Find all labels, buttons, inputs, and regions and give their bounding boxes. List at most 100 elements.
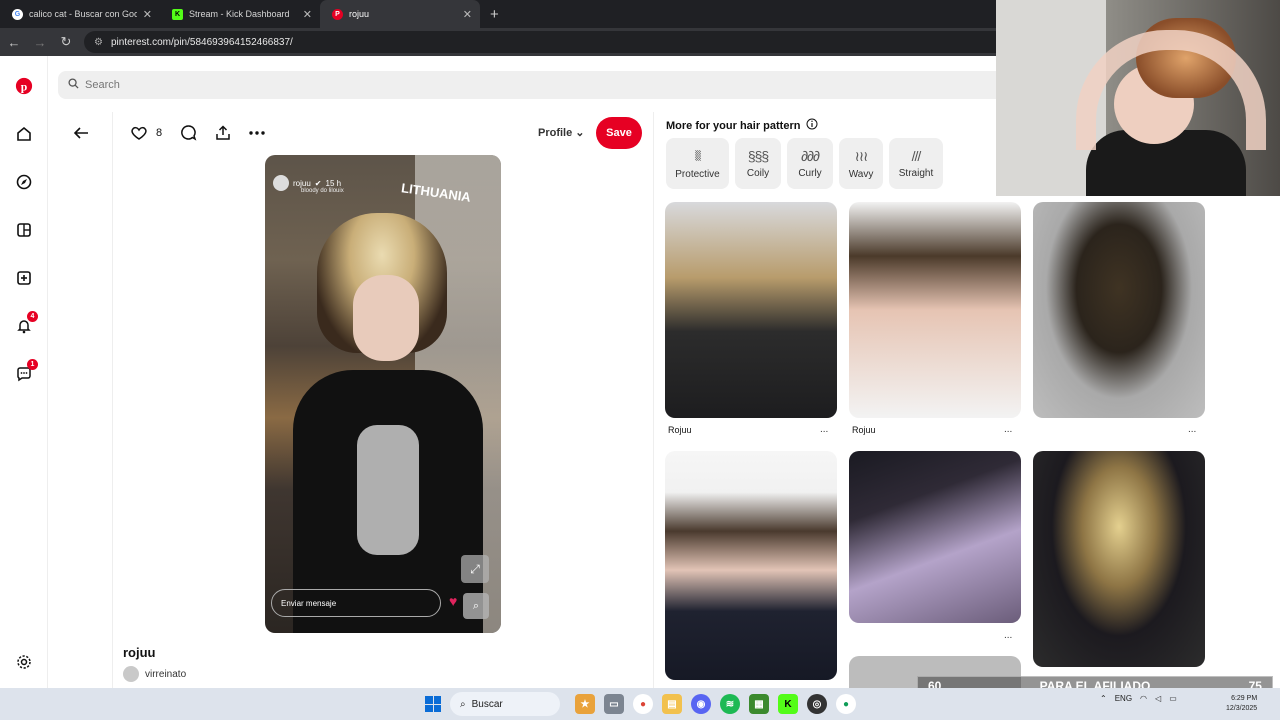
create-icon[interactable] xyxy=(14,268,34,288)
like-count: 8 xyxy=(156,126,163,139)
chevron-up-icon[interactable]: ⌃ xyxy=(1100,694,1107,703)
close-icon[interactable]: ✕ xyxy=(143,8,152,21)
related-pin[interactable] xyxy=(1033,202,1205,418)
save-button[interactable]: Save xyxy=(596,117,642,149)
heart-icon xyxy=(131,126,147,140)
visual-search-icon[interactable]: ⌕ xyxy=(463,593,489,619)
filter-straight[interactable]: /// Straight xyxy=(889,138,943,189)
comment-button[interactable] xyxy=(180,124,197,141)
message-badge: 1 xyxy=(27,359,38,370)
pin-image[interactable]: rojuu ✔ 15 h bloody do lilouix LITHUANIA… xyxy=(265,155,501,633)
volume-icon[interactable]: ◁ xyxy=(1155,694,1161,703)
search-placeholder: Search xyxy=(85,79,120,91)
obs-icon[interactable]: ◎ xyxy=(807,694,827,714)
filter-label: Straight xyxy=(898,168,934,179)
story-subtitle: bloody do lilouix xyxy=(301,188,344,194)
tab-label: rojuu xyxy=(349,9,370,19)
related-title-text: More for your hair pattern xyxy=(666,119,801,132)
battery-icon[interactable]: ▭ xyxy=(1169,694,1177,703)
avatar xyxy=(273,175,289,191)
filter-label: Curly xyxy=(798,168,822,179)
messages-icon[interactable]: 1 xyxy=(14,359,38,384)
more-options-icon[interactable]: ... xyxy=(1004,424,1012,435)
close-icon[interactable]: ✕ xyxy=(303,8,312,21)
search-input[interactable]: Search xyxy=(58,71,1018,99)
settings-icon[interactable] xyxy=(14,652,34,672)
wifi-icon[interactable]: ◠ xyxy=(1140,694,1147,703)
clock-time: 6:29 PM xyxy=(1231,695,1258,702)
related-pin-caption[interactable]: Rojuu xyxy=(668,425,692,435)
discord-icon[interactable]: ◉ xyxy=(691,694,711,714)
pin-title: rojuu xyxy=(123,645,156,660)
search-icon xyxy=(68,78,79,92)
boards-icon[interactable] xyxy=(14,220,34,240)
pinterest-sidebar: p 4 1 xyxy=(0,56,48,688)
comment-icon xyxy=(181,125,197,141)
related-pin-caption[interactable]: Rojuu xyxy=(852,425,876,435)
back-arrow-icon[interactable] xyxy=(72,124,90,142)
taskbar-search-label: Buscar xyxy=(471,698,503,710)
filter-curly[interactable]: ∂∂∂ Curly xyxy=(787,138,833,189)
webcam-overlay xyxy=(996,0,1280,196)
widget-icon[interactable]: ★ xyxy=(575,694,595,714)
more-options-icon[interactable]: ... xyxy=(1004,630,1012,641)
pinterest-icon: P xyxy=(332,8,343,20)
related-pin[interactable] xyxy=(665,451,837,680)
share-icon xyxy=(216,124,230,140)
tab-pinterest[interactable]: P rojuu ✕ xyxy=(320,0,480,28)
taskbar-clock[interactable]: 6:29 PM 12/3/2025 xyxy=(1226,694,1257,714)
filter-protective[interactable]: ⦚⦚⦚ Protective xyxy=(666,138,729,189)
task-view-icon[interactable]: ▭ xyxy=(604,694,624,714)
tab-kick-dashboard[interactable]: K Stream - Kick Dashboard ✕ xyxy=(160,0,320,28)
search-icon: ⌕ xyxy=(460,698,466,710)
filter-label: Wavy xyxy=(848,168,874,180)
windows-taskbar: ⌕ Buscar ★ ▭ ● ▤ ◉ ≋ ▦ K ◎ ● ⌃ ENG ◠ ◁ ▭… xyxy=(0,688,1280,720)
system-tray: ⌃ ENG ◠ ◁ ▭ xyxy=(1100,694,1177,703)
pin-author[interactable]: virreinato xyxy=(123,666,186,682)
related-pin[interactable] xyxy=(849,202,1021,418)
related-pin[interactable] xyxy=(849,451,1021,623)
file-explorer-icon[interactable]: ▤ xyxy=(662,694,682,714)
notifications-icon[interactable]: 4 xyxy=(14,311,38,336)
more-options-icon[interactable]: ... xyxy=(820,424,828,435)
related-pin[interactable] xyxy=(1033,451,1205,667)
reload-icon[interactable]: ↻ xyxy=(54,30,78,54)
wavy-pattern-icon: ≀≀≀ xyxy=(854,147,869,164)
info-icon[interactable] xyxy=(806,118,818,133)
close-icon[interactable]: ✕ xyxy=(463,8,472,21)
language-indicator[interactable]: ENG xyxy=(1115,694,1132,703)
more-options-icon[interactable]: ... xyxy=(1188,424,1196,435)
straight-pattern-icon: /// xyxy=(911,148,922,164)
site-settings-icon[interactable]: ⚙ xyxy=(94,37,103,48)
filter-label: Protective xyxy=(675,168,720,180)
chevron-down-icon: ⌄ xyxy=(575,127,585,139)
explore-icon[interactable] xyxy=(14,172,34,192)
verified-icon: ✔ xyxy=(314,178,322,188)
pinterest-logo-icon[interactable]: p xyxy=(14,76,34,96)
start-icon[interactable] xyxy=(425,696,441,712)
curly-pattern-icon: ∂∂∂ xyxy=(801,148,820,164)
like-button[interactable]: 8 xyxy=(130,125,162,141)
forward-icon[interactable]: → xyxy=(28,30,52,54)
pin-action-bar: 8 xyxy=(130,124,265,141)
share-button[interactable] xyxy=(215,124,231,141)
taskbar-search[interactable]: ⌕ Buscar xyxy=(450,692,560,716)
back-icon[interactable]: ← xyxy=(2,30,26,54)
tab-google-search[interactable]: G calico cat - Buscar con Google ✕ xyxy=(0,0,160,28)
minecraft-icon[interactable]: ▦ xyxy=(749,694,769,714)
filter-wavy[interactable]: ≀≀≀ Wavy xyxy=(839,138,883,189)
filter-coily[interactable]: §§§ Coily xyxy=(735,138,781,189)
chrome-icon[interactable]: ● xyxy=(633,694,653,714)
expand-icon[interactable]: ⤢ xyxy=(461,555,489,583)
profile-dropdown[interactable]: Profile ⌄ xyxy=(538,126,585,139)
heart-icon: ♥ xyxy=(449,593,458,609)
spotify-icon[interactable]: ≋ xyxy=(720,694,740,714)
new-tab-button[interactable]: + xyxy=(480,0,509,28)
chrome-icon[interactable]: ● xyxy=(836,694,856,714)
home-icon[interactable] xyxy=(14,124,34,144)
svg-text:p: p xyxy=(21,81,28,94)
more-options-button[interactable] xyxy=(249,130,265,136)
kick-icon[interactable]: K xyxy=(778,694,798,714)
avatar xyxy=(123,666,139,682)
related-pin[interactable] xyxy=(665,202,837,418)
